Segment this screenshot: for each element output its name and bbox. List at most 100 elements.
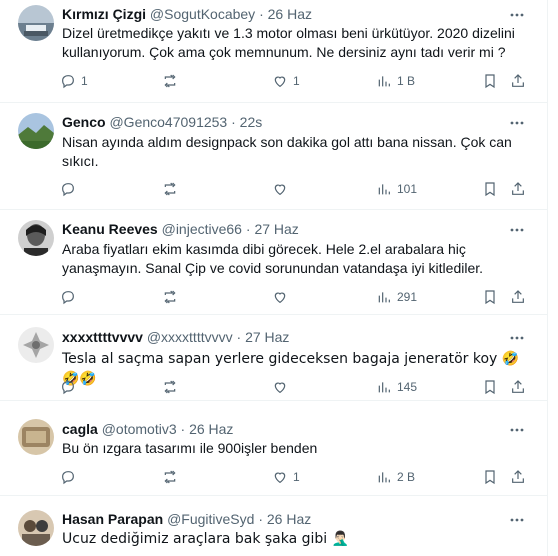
tweet-actions: 1 1 1 B xyxy=(56,71,526,91)
tweet-time[interactable]: 26 Haz xyxy=(268,6,312,22)
author-name[interactable]: Kırmızı Çizgi xyxy=(62,6,146,22)
avatar[interactable] xyxy=(18,5,54,41)
bookmark-button[interactable] xyxy=(482,287,498,307)
author-handle[interactable]: @FugitiveSyd xyxy=(167,511,254,527)
avatar[interactable] xyxy=(18,510,54,546)
more-button[interactable] xyxy=(508,114,526,132)
more-icon xyxy=(510,13,524,17)
views-button[interactable]: 291 xyxy=(376,287,417,307)
more-button[interactable] xyxy=(508,6,526,24)
like-button[interactable] xyxy=(272,179,293,199)
bookmark-button[interactable] xyxy=(482,71,498,91)
tweet-time[interactable]: 27 Haz xyxy=(245,329,289,345)
reply-button[interactable]: 1 xyxy=(60,71,88,91)
tweet-time[interactable]: 26 Haz xyxy=(189,421,233,437)
retweet-icon xyxy=(164,290,176,304)
share-button[interactable] xyxy=(510,179,526,199)
tweet[interactable]: xxxxttttvvvv @xxxxttttvvvv · 27 Haz Tesl… xyxy=(0,315,547,401)
retweet-icon xyxy=(164,74,176,88)
share-icon xyxy=(512,290,524,303)
retweet-button[interactable] xyxy=(162,467,183,487)
share-button[interactable] xyxy=(510,287,526,307)
share-icon xyxy=(512,380,524,393)
separator-dot: · xyxy=(245,221,251,237)
retweet-button[interactable] xyxy=(162,71,183,91)
like-icon xyxy=(274,184,286,196)
tweet-time[interactable]: 26 Haz xyxy=(267,511,311,527)
views-button[interactable]: 145 xyxy=(376,377,417,397)
views-button[interactable]: 1 B xyxy=(376,71,415,91)
views-button[interactable]: 2 B xyxy=(376,467,415,487)
separator-dot: · xyxy=(258,511,263,527)
like-count: 1 xyxy=(293,470,300,484)
author-name[interactable]: xxxxttttvvvv xyxy=(62,329,143,345)
separator-dot: · xyxy=(231,114,236,130)
like-icon xyxy=(274,472,286,484)
reply-button[interactable] xyxy=(60,377,81,397)
tweet-actions: 291 xyxy=(56,287,526,307)
tweet-actions: 145 xyxy=(56,377,526,397)
author-handle[interactable]: @SogutKocabey xyxy=(150,6,255,22)
author-name[interactable]: Keanu Reeves xyxy=(62,221,158,237)
more-button[interactable] xyxy=(508,421,526,439)
reply-icon xyxy=(62,291,74,305)
author-handle[interactable]: @Genco47091253 xyxy=(109,114,227,130)
bookmark-button[interactable] xyxy=(482,377,498,397)
like-button[interactable] xyxy=(272,377,293,397)
more-icon xyxy=(510,121,524,125)
bookmark-icon xyxy=(485,182,495,197)
reply-icon xyxy=(62,381,74,395)
like-button[interactable] xyxy=(272,287,293,307)
retweet-icon xyxy=(164,380,176,394)
bookmark-button[interactable] xyxy=(482,179,498,199)
like-button[interactable]: 1 xyxy=(272,467,300,487)
retweet-icon xyxy=(164,182,176,196)
author-name[interactable]: Genco xyxy=(62,114,106,130)
tweet-text-content: Ucuz dediğimiz araçlara bak şaka gibi 🤦🏻… xyxy=(62,531,350,547)
tweet[interactable]: Genco @Genco47091253 · 22s Nisan ayında … xyxy=(0,103,547,210)
bookmark-icon xyxy=(485,290,495,305)
tweet[interactable]: Hasan Parapan @FugitiveSyd · 26 Haz Ucuz… xyxy=(0,496,547,556)
tweet[interactable]: Keanu Reeves @injective66 · 27 Haz Araba… xyxy=(0,210,547,315)
more-button[interactable] xyxy=(508,511,526,529)
share-button[interactable] xyxy=(510,377,526,397)
tweet-text: Ucuz dediğimiz araçlara bak şaka gibi 🤦🏻… xyxy=(62,529,522,549)
bookmark-button[interactable] xyxy=(482,467,498,487)
retweet-button[interactable] xyxy=(162,377,183,397)
author-name[interactable]: cagla xyxy=(62,421,98,437)
reply-icon xyxy=(62,471,74,485)
reply-button[interactable] xyxy=(60,179,81,199)
more-button[interactable] xyxy=(508,329,526,347)
view-count: 1 B xyxy=(397,74,416,88)
author-handle[interactable]: @injective66 xyxy=(162,221,242,237)
reply-button[interactable] xyxy=(60,467,81,487)
avatar[interactable] xyxy=(18,113,54,149)
retweet-button[interactable] xyxy=(162,287,183,307)
avatar[interactable] xyxy=(18,419,54,455)
tweet[interactable]: Kırmızı Çizgi @SogutKocabey · 26 Haz Diz… xyxy=(0,0,547,103)
reply-icon xyxy=(62,183,74,197)
share-button[interactable] xyxy=(510,71,526,91)
more-icon xyxy=(510,228,524,232)
tweet-header: Kırmızı Çizgi @SogutKocabey · 26 Haz xyxy=(62,5,508,23)
author-handle[interactable]: @otomotiv3 xyxy=(102,421,177,437)
retweet-button[interactable] xyxy=(162,179,183,199)
more-button[interactable] xyxy=(508,221,526,239)
tweet[interactable]: cagla @otomotiv3 · 26 Haz Bu ön ızgara t… xyxy=(0,401,547,496)
tweet-header: Hasan Parapan @FugitiveSyd · 26 Haz xyxy=(62,510,508,528)
avatar[interactable] xyxy=(18,327,54,363)
author-name[interactable]: Hasan Parapan xyxy=(62,511,163,527)
avatar[interactable] xyxy=(18,220,54,256)
views-button[interactable]: 101 xyxy=(376,179,417,199)
separator-dot: · xyxy=(236,329,242,345)
tweet-time[interactable]: 22s xyxy=(240,114,263,130)
share-icon xyxy=(512,182,524,195)
retweet-icon xyxy=(164,470,176,484)
view-count: 2 B xyxy=(397,470,416,484)
author-handle[interactable]: @xxxxttttvvvv xyxy=(147,329,233,345)
more-icon xyxy=(510,336,524,340)
like-button[interactable]: 1 xyxy=(272,71,300,91)
share-button[interactable] xyxy=(510,467,526,487)
reply-button[interactable] xyxy=(60,287,81,307)
tweet-time[interactable]: 27 Haz xyxy=(254,221,298,237)
